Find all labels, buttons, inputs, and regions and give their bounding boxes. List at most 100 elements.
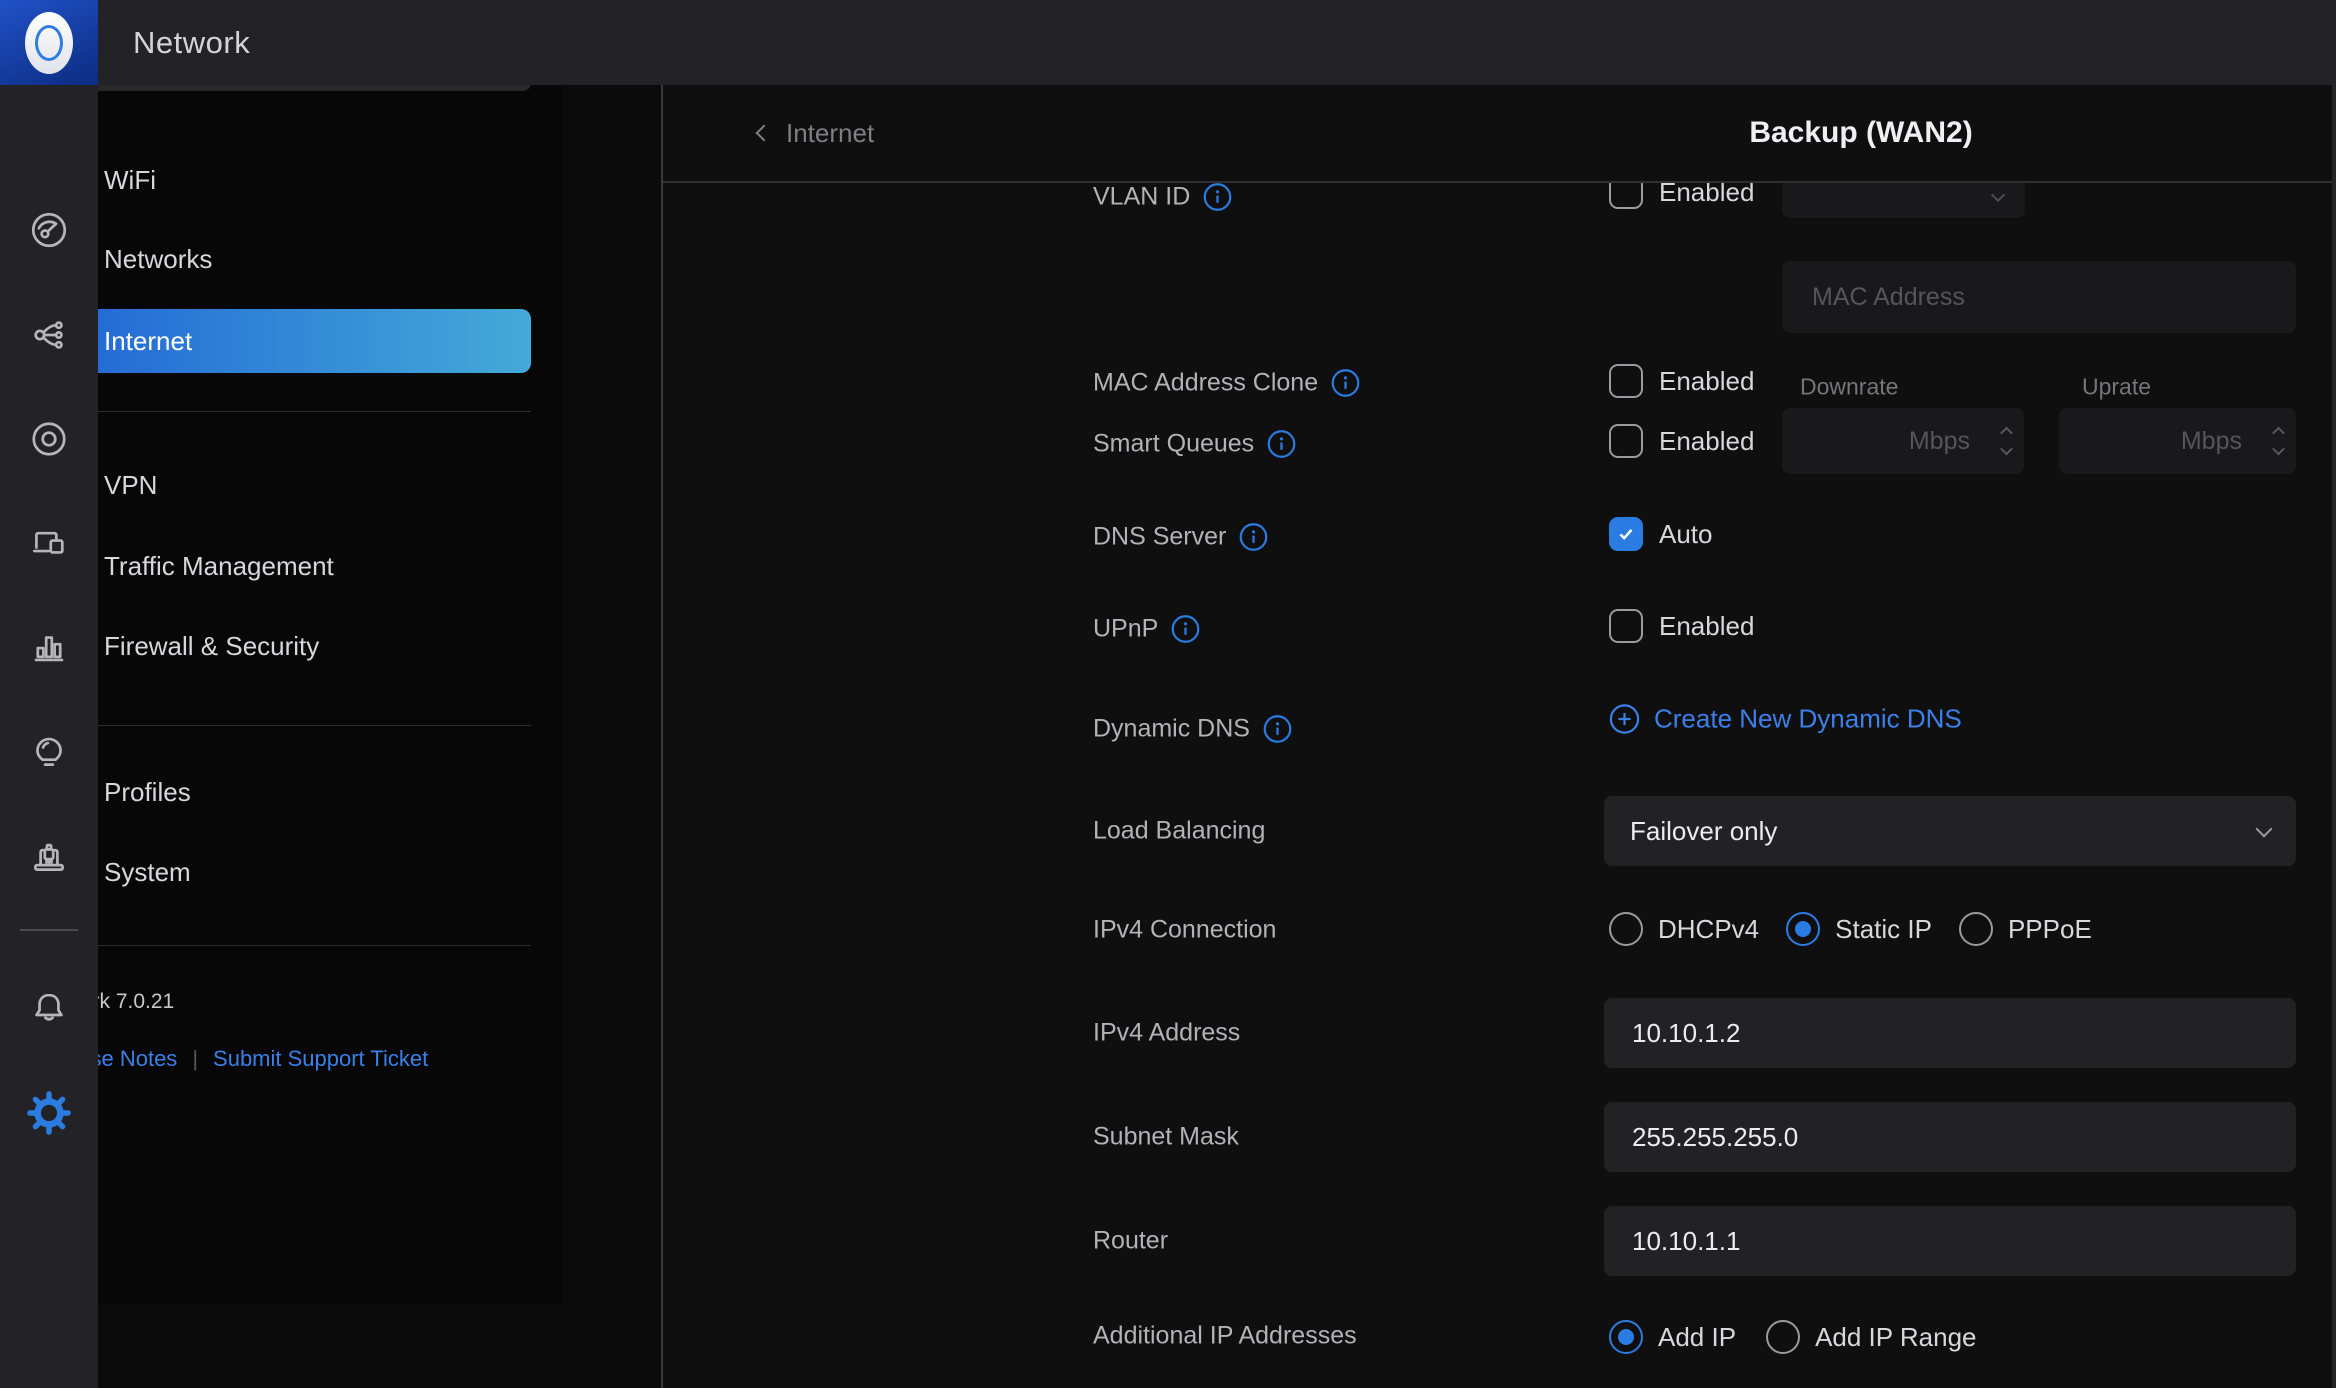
chevron-down-icon	[2256, 821, 2273, 838]
info-icon[interactable]	[1239, 523, 1268, 552]
router-label: Router	[1093, 1227, 1168, 1256]
settings-header: Internet Backup (WAN2)	[663, 85, 2336, 183]
uprate-column-label: Uprate	[2082, 374, 2151, 401]
app-icon-rail	[0, 85, 98, 1388]
dns-auto-label: Auto	[1659, 519, 1713, 550]
submit-support-ticket-link[interactable]: Submit Support Ticket	[213, 1046, 428, 1072]
dns-server-label: DNS Server	[1093, 523, 1268, 552]
info-icon[interactable]	[1267, 430, 1296, 459]
unifi-logo-ring	[35, 25, 63, 61]
upnp-control: Enabled	[1609, 609, 1754, 643]
ipv4-address-input[interactable]	[1630, 1017, 2270, 1050]
rail-item-statistics[interactable]	[0, 612, 98, 682]
link-separator: |	[192, 1046, 198, 1072]
uprate-field-wrap	[2059, 408, 2296, 474]
radio-option-add-ip[interactable]: Add IP	[1609, 1320, 1736, 1354]
mac-address-input[interactable]	[1810, 282, 2268, 313]
pppoe-radio[interactable]	[1959, 912, 1993, 946]
top-app-bar: Network	[0, 0, 2336, 85]
sidebar-item-profiles[interactable]: Profiles	[33, 760, 531, 824]
ipv4-address-field-wrap	[1604, 998, 2296, 1068]
sidebar-item-networks[interactable]: Networks	[33, 227, 531, 291]
settings-panel: VLAN ID Enabled MAC Address Clone Enable…	[663, 85, 2336, 1388]
downrate-field-wrap	[1782, 408, 2024, 474]
upnp-enabled-label: Enabled	[1659, 611, 1754, 642]
rail-divider	[20, 929, 78, 931]
downrate-column-label: Downrate	[1800, 374, 1898, 401]
info-icon[interactable]	[1203, 183, 1232, 212]
dns-auto-checkbox[interactable]	[1609, 517, 1643, 551]
static-ip-radio[interactable]	[1786, 912, 1820, 946]
smart-queues-enabled-label: Enabled	[1659, 426, 1754, 457]
load-balancing-label: Load Balancing	[1093, 817, 1265, 846]
back-to-internet-button[interactable]: Internet	[758, 85, 874, 181]
stepper-icon[interactable]	[2274, 429, 2283, 454]
additional-ips-radio-group: Add IP Add IP Range	[1609, 1320, 1976, 1354]
dhcpv4-radio[interactable]	[1609, 912, 1643, 946]
vlan-id-label: VLAN ID	[1093, 183, 1232, 212]
rail-item-notifications[interactable]	[0, 973, 98, 1043]
sidebar-divider	[33, 945, 531, 946]
info-icon[interactable]	[1263, 715, 1292, 744]
rail-item-unifi-devices[interactable]	[0, 404, 98, 474]
upnp-enabled-checkbox[interactable]	[1609, 609, 1643, 643]
info-icon[interactable]	[1331, 369, 1360, 398]
ipv4-connection-label: IPv4 Connection	[1093, 916, 1276, 945]
subnet-mask-field-wrap	[1604, 1102, 2296, 1172]
unifi-network-settings-screen: VLAN ID Enabled MAC Address Clone Enable…	[0, 0, 2336, 1388]
router-input[interactable]	[1630, 1225, 2270, 1258]
rail-item-hotspot[interactable]	[0, 821, 98, 891]
rail-item-dashboard[interactable]	[0, 195, 98, 265]
sidebar-item-system[interactable]: System	[33, 840, 531, 904]
radio-option-add-ip-range[interactable]: Add IP Range	[1766, 1320, 1976, 1354]
lightbulb-icon	[28, 731, 70, 773]
chevron-left-icon	[756, 125, 773, 142]
hotspot-kiosk-icon	[28, 835, 70, 877]
subnet-mask-input[interactable]	[1630, 1121, 2270, 1154]
unifi-logo[interactable]	[0, 0, 98, 85]
mac-clone-label: MAC Address Clone	[1093, 369, 1360, 398]
page-title: Backup (WAN2)	[1749, 85, 1972, 181]
bell-icon	[28, 987, 70, 1029]
mac-clone-control: Enabled	[1609, 364, 1754, 398]
mac-address-field-wrap	[1782, 261, 2296, 333]
additional-ips-label: Additional IP Addresses	[1093, 1322, 1357, 1351]
rail-item-settings[interactable]	[0, 1078, 98, 1148]
add-ip-range-radio[interactable]	[1766, 1320, 1800, 1354]
info-icon[interactable]	[1171, 615, 1200, 644]
radio-option-static-ip[interactable]: Static IP	[1786, 912, 1932, 946]
radio-option-pppoe[interactable]: PPPoE	[1959, 912, 2092, 946]
ipv4-address-label: IPv4 Address	[1093, 1019, 1240, 1048]
scrollbar-track[interactable]	[2332, 85, 2336, 1388]
bar-chart-icon	[28, 626, 70, 668]
topology-icon	[28, 314, 70, 356]
add-ip-radio[interactable]	[1609, 1320, 1643, 1354]
rail-item-clients[interactable]	[0, 508, 98, 578]
smart-queues-enabled-checkbox[interactable]	[1609, 424, 1643, 458]
radio-option-dhcpv4[interactable]: DHCPv4	[1609, 912, 1759, 946]
smart-queues-control: Enabled	[1609, 424, 1754, 458]
speedometer-icon	[28, 209, 70, 251]
smart-queues-label: Smart Queues	[1093, 430, 1296, 459]
ipv4-connection-radio-group: DHCPv4 Static IP PPPoE	[1609, 912, 2092, 946]
mac-clone-enabled-checkbox[interactable]	[1609, 364, 1643, 398]
unifi-logo-puck	[25, 12, 73, 74]
load-balancing-select[interactable]: Failover only	[1604, 796, 2296, 866]
plus-circle-icon	[1609, 704, 1640, 735]
stepper-icon[interactable]	[2002, 429, 2011, 454]
gear-icon	[27, 1091, 71, 1135]
downrate-input[interactable]	[1802, 426, 1972, 457]
sidebar-item-vpn[interactable]: VPN	[33, 453, 531, 517]
chevron-down-icon	[1991, 188, 2005, 202]
create-dynamic-dns-button[interactable]: Create New Dynamic DNS	[1609, 704, 1962, 735]
rail-item-insights[interactable]	[0, 717, 98, 787]
sidebar-item-firewall-security[interactable]: Firewall & Security	[33, 614, 531, 678]
rail-item-topology[interactable]	[0, 300, 98, 370]
sidebar-item-wifi[interactable]: WiFi	[33, 148, 531, 212]
sidebar-divider	[33, 411, 531, 412]
sidebar-item-traffic-management[interactable]: Traffic Management	[33, 534, 531, 598]
subnet-mask-label: Subnet Mask	[1093, 1123, 1239, 1152]
sidebar-item-internet[interactable]: Internet	[33, 309, 531, 373]
dynamic-dns-label: Dynamic DNS	[1093, 715, 1292, 744]
uprate-input[interactable]	[2079, 426, 2244, 457]
